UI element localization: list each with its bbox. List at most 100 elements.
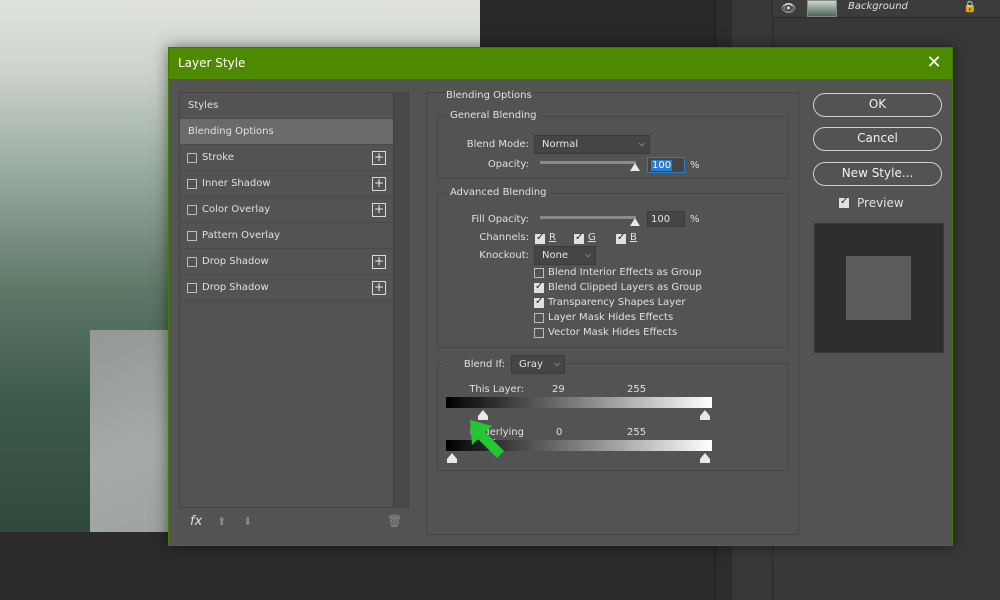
styles-header[interactable]: Styles (180, 93, 393, 119)
underlying-black-slider[interactable] (447, 453, 457, 463)
styles-footer: fx ⬆ ⬇ 🗑 (179, 510, 409, 534)
ok-button[interactable]: OK (813, 93, 942, 117)
style-item-inner-shadow[interactable]: Inner Shadow + (180, 171, 393, 197)
style-preview (814, 223, 944, 353)
style-item-label: Pattern Overlay (202, 230, 281, 241)
opacity-slider-thumb[interactable] (630, 163, 640, 171)
styles-list: Styles Blending Options Stroke + Inner S… (179, 92, 409, 508)
layer-name: Background (848, 1, 908, 12)
fill-opacity-value: 100 (651, 214, 671, 225)
style-item-label: Stroke (202, 152, 234, 163)
style-preview-swatch (846, 256, 911, 320)
style-checkbox[interactable] (187, 231, 197, 241)
opacity-slider-track[interactable] (540, 161, 636, 164)
layer-mask-hides-checkbox[interactable] (534, 313, 544, 323)
blend-interior-label: Blend Interior Effects as Group (548, 267, 702, 278)
opacity-input[interactable]: 100 (647, 157, 685, 173)
fx-icon[interactable]: fx (190, 514, 202, 529)
advanced-blending-group: Advanced Blending Fill Opacity: 100 % Ch… (437, 187, 789, 348)
fill-opacity-slider-thumb[interactable] (630, 218, 640, 226)
annotation-arrow-icon (470, 420, 504, 458)
dialog-titlebar[interactable]: Layer Style ✕ (169, 48, 952, 79)
move-down-icon[interactable]: ⬇ (243, 515, 252, 528)
style-item-label: Color Overlay (202, 204, 271, 215)
blend-if-label: Blend If: (443, 359, 505, 370)
general-blending-title: General Blending (447, 110, 540, 121)
blend-mode-value: Normal (542, 139, 579, 150)
style-item-drop-shadow-2[interactable]: Drop Shadow + (180, 275, 393, 301)
advanced-blending-title: Advanced Blending (447, 187, 550, 198)
channel-b-label: B (630, 232, 637, 243)
trash-icon[interactable]: 🗑 (387, 514, 402, 528)
this-layer-white-slider[interactable] (700, 410, 710, 420)
layer-thumbnail (807, 0, 837, 17)
blend-interior-checkbox[interactable] (534, 268, 544, 278)
style-item-stroke[interactable]: Stroke + (180, 145, 393, 171)
style-checkbox[interactable] (187, 205, 197, 215)
preview-checkbox[interactable] (839, 196, 849, 208)
style-item-pattern-overlay[interactable]: Pattern Overlay (180, 223, 393, 249)
style-item-drop-shadow[interactable]: Drop Shadow + (180, 249, 393, 275)
opacity-value: 100 (651, 160, 673, 171)
chevron-down-icon: ⌵ (638, 139, 645, 148)
general-blending-group: General Blending Blend Mode: Normal ⌵ Op… (437, 110, 789, 179)
fill-opacity-slider-track[interactable] (540, 216, 636, 219)
opacity-percent: % (690, 160, 700, 171)
blending-options-panel: Blending Options General Blending Blend … (426, 90, 799, 535)
blend-clipped-checkbox[interactable] (534, 281, 544, 293)
styles-header-label: Styles (188, 100, 219, 111)
blend-if-select[interactable]: Gray ⌵ (511, 355, 565, 374)
lock-icon[interactable]: 🔒 (963, 0, 977, 13)
underlying-low-value: 0 (556, 427, 563, 438)
plus-icon[interactable]: + (372, 151, 386, 165)
style-checkbox[interactable] (187, 153, 197, 163)
knockout-label: Knockout: (479, 250, 529, 261)
style-item-color-overlay[interactable]: Color Overlay + (180, 197, 393, 223)
blend-mode-select[interactable]: Normal ⌵ (534, 135, 650, 154)
panel-title: Blending Options (446, 90, 532, 101)
channel-g-checkbox[interactable] (574, 232, 584, 244)
preview-label: Preview (857, 196, 904, 210)
styles-scrollbar[interactable] (393, 93, 408, 507)
knockout-select[interactable]: None ⌵ (534, 246, 596, 265)
style-checkbox[interactable] (187, 283, 197, 293)
channel-b-checkbox[interactable] (616, 232, 626, 244)
eye-icon[interactable]: 👁 (781, 1, 796, 15)
style-item-label: Blending Options (188, 126, 274, 137)
blend-clipped-label: Blend Clipped Layers as Group (548, 282, 702, 293)
dialog-title: Layer Style (178, 56, 246, 70)
plus-icon[interactable]: + (372, 203, 386, 217)
style-item-blending-options[interactable]: Blending Options (180, 119, 393, 145)
style-checkbox[interactable] (187, 257, 197, 267)
fill-opacity-input[interactable]: 100 (647, 211, 685, 227)
style-item-label: Drop Shadow (202, 256, 269, 267)
this-layer-high-value: 255 (627, 384, 647, 395)
underlying-high-value: 255 (627, 427, 647, 438)
vector-mask-hides-label: Vector Mask Hides Effects (548, 327, 678, 338)
this-layer-gradient (446, 397, 712, 408)
layer-row-background[interactable]: 👁 Background 🔒 (773, 0, 1000, 18)
chevron-down-icon: ⌵ (553, 359, 560, 368)
fill-opacity-label: Fill Opacity: (471, 214, 529, 225)
style-checkbox[interactable] (187, 179, 197, 189)
knockout-value: None (542, 250, 569, 261)
plus-icon[interactable]: + (372, 255, 386, 269)
blend-mode-label: Blend Mode: (466, 139, 529, 150)
fill-opacity-percent: % (690, 214, 700, 225)
channel-r-checkbox[interactable] (535, 232, 545, 244)
new-style-button[interactable]: New Style... (813, 162, 942, 186)
close-icon[interactable]: ✕ (922, 51, 946, 75)
chevron-down-icon: ⌵ (584, 250, 591, 259)
plus-icon[interactable]: + (372, 177, 386, 191)
plus-icon[interactable]: + (372, 281, 386, 295)
underlying-white-slider[interactable] (700, 453, 710, 463)
style-item-label: Inner Shadow (202, 178, 271, 189)
this-layer-low-value: 29 (552, 384, 565, 395)
style-item-label: Drop Shadow (202, 282, 269, 293)
photoshop-workspace: 👁 Background 🔒 Layer Style ✕ Styles Blen… (0, 0, 1000, 600)
transparency-shapes-checkbox[interactable] (534, 296, 544, 308)
channel-r-label: R (549, 232, 556, 243)
cancel-button[interactable]: Cancel (813, 127, 942, 151)
move-up-icon[interactable]: ⬆ (217, 515, 226, 528)
vector-mask-hides-checkbox[interactable] (534, 328, 544, 338)
